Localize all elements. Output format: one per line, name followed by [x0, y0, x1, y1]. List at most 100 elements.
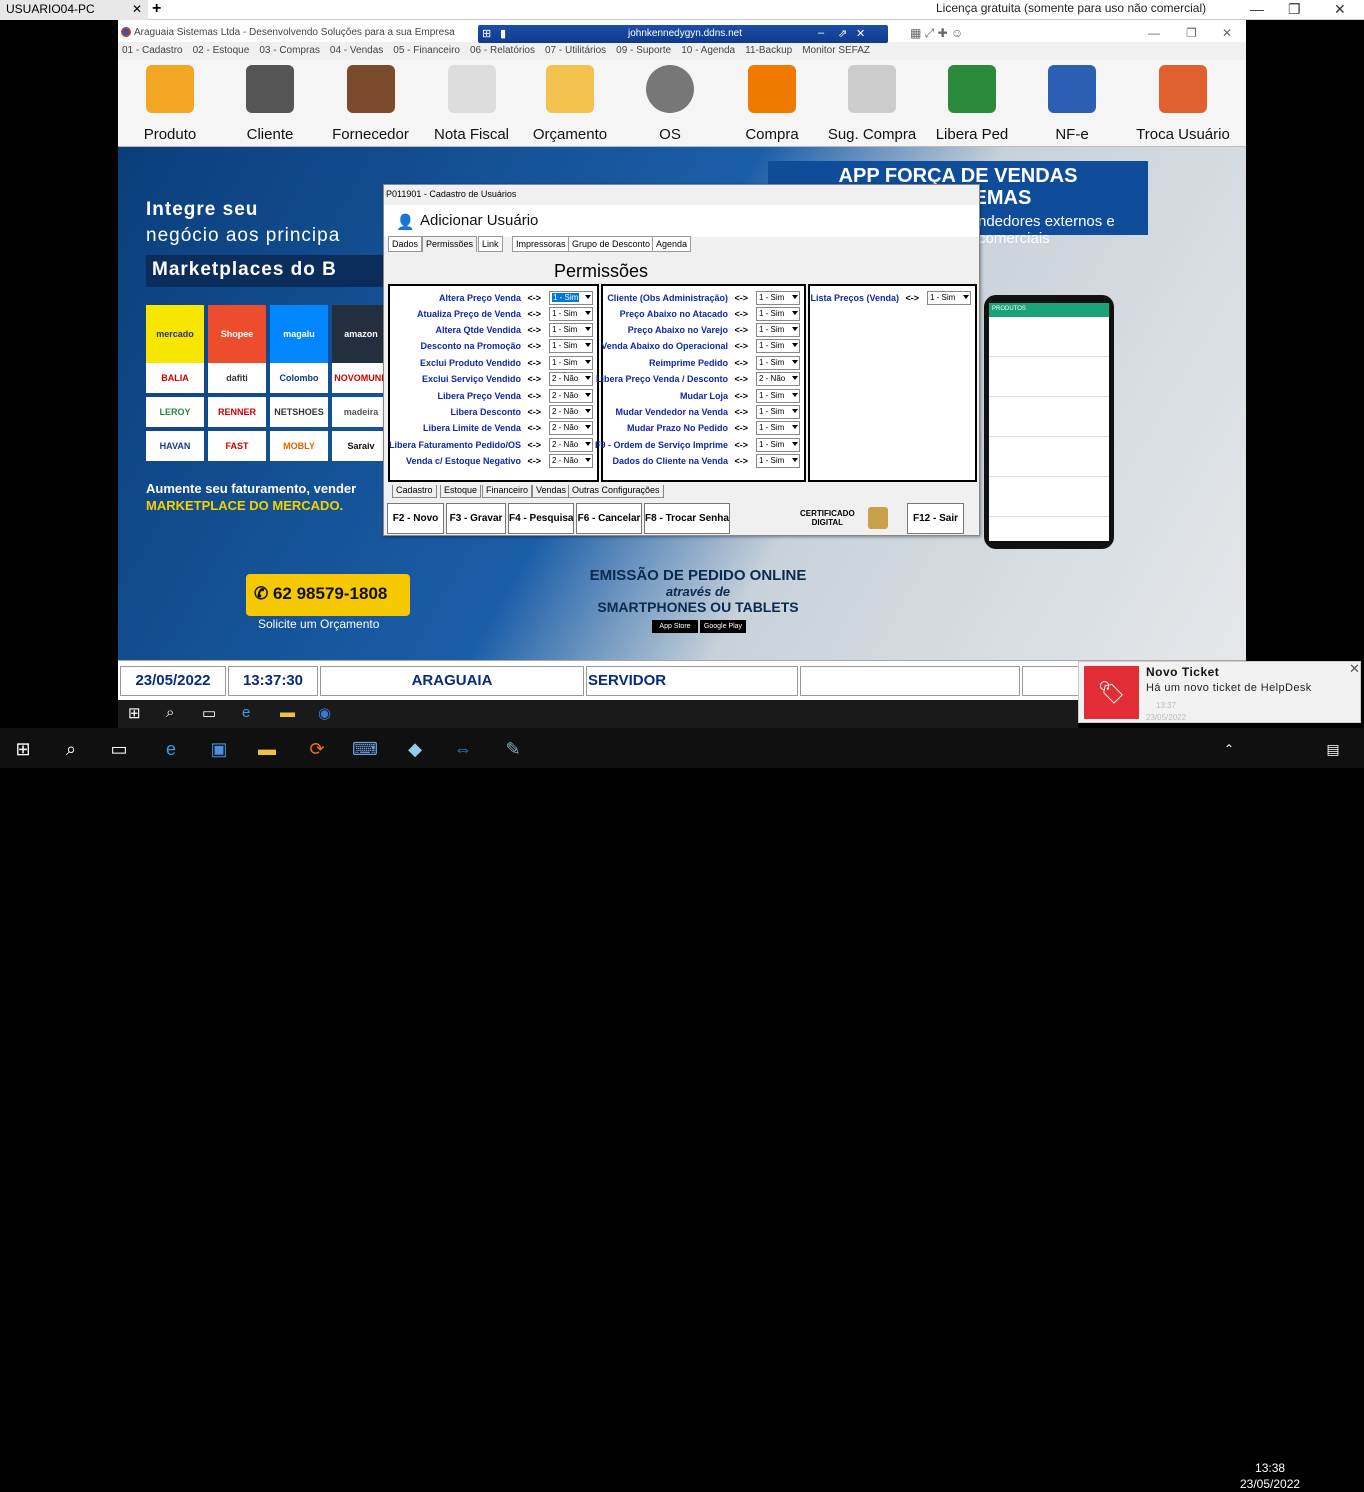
teamviewer-icon[interactable]: ⇔: [450, 736, 476, 762]
toolbar-cliente-button[interactable]: Cliente: [222, 60, 318, 147]
digital-certificate[interactable]: CERTIFICADO DIGITAL: [800, 509, 855, 527]
trocar-senha-button[interactable]: F8 - Trocar Senha: [644, 503, 730, 534]
permission-select[interactable]: 1 - Sim: [756, 339, 800, 353]
menu-item[interactable]: Monitor SEFAZ: [802, 45, 870, 56]
menu-item[interactable]: 02 - Estoque: [193, 45, 250, 56]
restore-icon[interactable]: ❐: [1288, 1, 1301, 18]
new-tab-icon[interactable]: +: [152, 0, 161, 18]
notifications-icon[interactable]: ▤: [1320, 736, 1346, 762]
tab-impressoras[interactable]: Impressoras: [512, 236, 570, 252]
bottom-tab-financeiro[interactable]: Financeiro: [482, 485, 533, 498]
menu-item[interactable]: 09 - Suporte: [616, 45, 671, 56]
ie-icon[interactable]: e: [242, 704, 250, 721]
sync-icon[interactable]: ⟳: [304, 736, 330, 762]
close-tab-icon[interactable]: ✕: [132, 2, 142, 16]
novo-button[interactable]: F2 - Novo: [387, 503, 444, 534]
tab-permiss-es[interactable]: Permissões: [422, 236, 478, 252]
toolbar-produto-button[interactable]: Produto: [118, 60, 222, 147]
tv-min-icon[interactable]: –: [818, 27, 824, 39]
permission-select[interactable]: 2 - Não: [549, 438, 593, 452]
permission-select[interactable]: 1 - Sim: [756, 438, 800, 452]
permission-select[interactable]: 2 - Não: [549, 405, 593, 419]
folder-icon[interactable]: ▬: [280, 704, 295, 721]
tab-dados[interactable]: Dados: [388, 236, 423, 252]
tv-max-icon[interactable]: ⇗: [838, 27, 847, 40]
search-icon[interactable]: ⌕: [166, 704, 174, 721]
toolbar-troca-usu-rio-button[interactable]: Troca Usuário: [1120, 60, 1246, 147]
app-taskbar-icon[interactable]: ◉: [318, 704, 331, 722]
toolbar-nf-e-button[interactable]: NF-e: [1024, 60, 1120, 147]
windows-start-icon[interactable]: ⊞: [128, 704, 141, 722]
task-view-icon[interactable]: ▭: [106, 736, 132, 762]
permission-select[interactable]: 1 - Sim: [756, 421, 800, 435]
bottom-tab-estoque[interactable]: Estoque: [440, 485, 482, 498]
permission-select[interactable]: 1 - Sim: [549, 323, 593, 337]
permission-select[interactable]: 1 - Sim: [756, 389, 800, 403]
permission-select[interactable]: 1 - Sim: [927, 291, 971, 305]
permission-select[interactable]: 1 - Sim: [549, 356, 593, 370]
search-icon[interactable]: ⌕: [58, 736, 84, 762]
close-notification-icon[interactable]: ✕: [1349, 661, 1360, 677]
tv-menu-icon[interactable]: ⊞: [482, 27, 491, 40]
toolbar-os-button[interactable]: OS: [620, 60, 720, 147]
permission-select[interactable]: 2 - Não: [549, 389, 593, 403]
permission-select[interactable]: 1 - Sim: [549, 291, 593, 305]
minimize-icon[interactable]: —: [1250, 1, 1264, 17]
permission-select[interactable]: 2 - Não: [549, 454, 593, 468]
menu-item[interactable]: 01 - Cadastro: [122, 45, 183, 56]
ice-icon[interactable]: ◆: [402, 736, 428, 762]
computer-icon[interactable]: ⌨: [352, 736, 378, 762]
tab-grupo-de-desconto[interactable]: Grupo de Desconto: [568, 236, 655, 252]
toolbar-compra-button[interactable]: Compra: [720, 60, 824, 147]
app-restore-icon[interactable]: ❐: [1186, 26, 1197, 40]
permission-select[interactable]: 2 - Não: [549, 372, 593, 386]
toast-notification[interactable]: 🏷 Novo Ticket Há um novo ticket de HelpD…: [1078, 661, 1361, 723]
tv-close-icon[interactable]: ✕: [856, 27, 865, 40]
permission-select[interactable]: 1 - Sim: [756, 454, 800, 468]
bottom-tab-cadastro[interactable]: Cadastro: [392, 485, 437, 498]
permission-select[interactable]: 2 - Não: [756, 372, 800, 386]
tab-agenda[interactable]: Agenda: [652, 236, 692, 252]
windows-start-icon[interactable]: ⊞: [10, 736, 36, 762]
pesquisa-button[interactable]: F4 - Pesquisa: [508, 503, 574, 534]
ie-icon[interactable]: e: [158, 736, 184, 762]
exit-button[interactable]: F12 - Sair: [907, 503, 964, 534]
tv-tools-icon[interactable]: ▦ ⤢ ✚ ☺: [910, 26, 963, 41]
permission-select[interactable]: 2 - Não: [549, 421, 593, 435]
toolbar-or-amento-button[interactable]: Orçamento: [520, 60, 620, 147]
bottom-tab-vendas[interactable]: Vendas: [532, 485, 571, 498]
padlock-icon[interactable]: [868, 507, 888, 529]
permission-select[interactable]: 1 - Sim: [756, 356, 800, 370]
permission-select[interactable]: 1 - Sim: [756, 323, 800, 337]
gravar-button[interactable]: F3 - Gravar: [446, 503, 506, 534]
permission-select[interactable]: 1 - Sim: [756, 291, 800, 305]
permission-select[interactable]: 1 - Sim: [549, 307, 593, 321]
toolbar-fornecedor-button[interactable]: Fornecedor: [318, 60, 423, 147]
menu-item[interactable]: 07 - Utilitários: [545, 45, 606, 56]
toolbar-nota-fiscal-button[interactable]: Nota Fiscal: [423, 60, 520, 147]
chevron-up-icon[interactable]: ⌃: [1216, 736, 1242, 762]
clock[interactable]: 13:38 23/05/2022: [1240, 1460, 1300, 1492]
permission-select[interactable]: 1 - Sim: [756, 307, 800, 321]
menu-item[interactable]: 06 - Relatórios: [470, 45, 535, 56]
menu-item[interactable]: 11-Backup: [745, 45, 792, 56]
menu-item[interactable]: 03 - Compras: [259, 45, 320, 56]
session-tab[interactable]: USUARIO04-PC ✕: [0, 0, 148, 20]
folder-icon[interactable]: ▬: [254, 736, 280, 762]
menu-item[interactable]: 04 - Vendas: [330, 45, 383, 56]
app-min-icon[interactable]: —: [1148, 26, 1160, 40]
paint-icon[interactable]: ✎: [500, 736, 526, 762]
close-window-icon[interactable]: ✕: [1334, 1, 1346, 18]
app-close-icon[interactable]: ✕: [1222, 26, 1232, 40]
bottom-tab-outras-configura-es[interactable]: Outras Configurações: [568, 485, 664, 498]
permission-select[interactable]: 1 - Sim: [549, 339, 593, 353]
explorer-window-icon[interactable]: ▣: [206, 736, 232, 762]
permission-select[interactable]: 1 - Sim: [756, 405, 800, 419]
task-view-icon[interactable]: ▭: [202, 704, 216, 722]
menu-item[interactable]: 05 - Financeiro: [393, 45, 460, 56]
tab-link[interactable]: Link: [478, 236, 503, 252]
toolbar-sug-compra-button[interactable]: Sug. Compra: [824, 60, 920, 147]
menu-item[interactable]: 10 - Agenda: [681, 45, 735, 56]
cancelar-button[interactable]: F6 - Cancelar: [576, 503, 642, 534]
toolbar-libera-ped-button[interactable]: Libera Ped: [920, 60, 1024, 147]
